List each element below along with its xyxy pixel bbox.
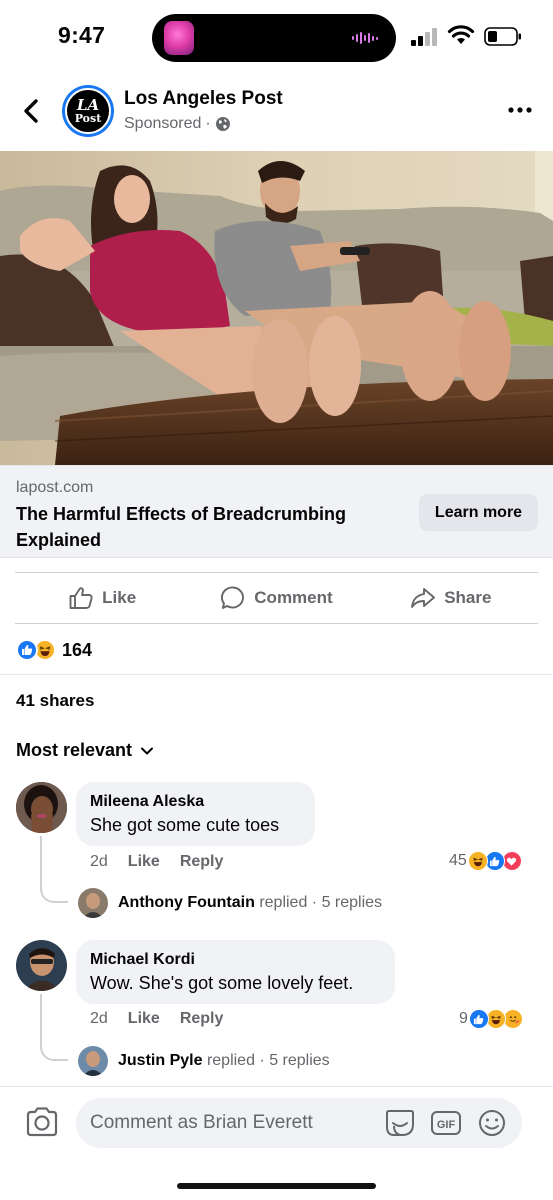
page-avatar[interactable]: LA Post: [62, 85, 114, 137]
comment-button[interactable]: Comment: [189, 573, 363, 623]
like-reaction-icon: [16, 639, 38, 661]
globe-icon: [215, 117, 230, 131]
comment-author[interactable]: Michael Kordi: [90, 950, 381, 970]
sponsored-label[interactable]: Sponsored: [124, 115, 201, 133]
comment-meta: 2d Like Reply: [90, 853, 223, 871]
comment-author[interactable]: Mileena Aleska: [90, 792, 301, 812]
comment-reply-button[interactable]: Reply: [180, 853, 224, 871]
share-label: Share: [444, 588, 492, 607]
comment-time[interactable]: 2d: [90, 1010, 108, 1028]
learn-more-button[interactable]: Learn more: [419, 494, 538, 531]
like-button[interactable]: Like: [15, 573, 189, 623]
reply-verb: replied: [259, 894, 308, 911]
like-icon: [69, 587, 93, 609]
comment-icon: [221, 586, 245, 609]
link-title[interactable]: The Harmful Effects of Breadcrumbing Exp…: [16, 501, 396, 553]
gif-icon[interactable]: GIF: [430, 1108, 462, 1138]
share-icon: [411, 588, 436, 608]
reply-preview[interactable]: Justin Pyle replied · 5 replies: [78, 1046, 330, 1076]
reply-thread-line: [40, 836, 68, 903]
home-indicator[interactable]: [177, 1183, 376, 1189]
status-time: 9:47: [58, 22, 106, 48]
reply-count: 5 replies: [269, 1052, 330, 1069]
composer-divider: [0, 1086, 553, 1087]
comment-sort-dropdown[interactable]: Most relevant: [16, 740, 154, 761]
back-button[interactable]: [14, 94, 48, 128]
comment-reaction-count: 9: [459, 1010, 468, 1027]
reply-author-avatar: [78, 888, 108, 918]
cellular-signal-icon: [411, 28, 437, 46]
sticker-icon[interactable]: [384, 1108, 416, 1138]
reply-preview[interactable]: Anthony Fountain replied · 5 replies: [78, 888, 382, 918]
camera-icon[interactable]: [24, 1104, 60, 1140]
battery-icon: [484, 27, 521, 46]
haha-reaction-icon: [467, 851, 488, 871]
reply-verb: replied: [206, 1052, 255, 1069]
commenter-avatar[interactable]: [16, 940, 67, 991]
post-header: LA Post Los Angeles Post Sponsored ·: [0, 76, 553, 150]
reply-author: Justin Pyle: [118, 1052, 203, 1069]
comment-text: Wow. She's got some lovely feet.: [90, 973, 354, 993]
like-label: Like: [102, 588, 137, 607]
back-arrow-icon: [24, 99, 38, 123]
haha-reaction-icon: [485, 1009, 506, 1029]
now-playing-artwork: [164, 21, 194, 55]
reaction-summary[interactable]: 164: [16, 637, 92, 663]
comment-like-button[interactable]: Like: [128, 853, 160, 871]
dynamic-island[interactable]: [152, 14, 396, 62]
comment-reaction-count: 45: [449, 852, 467, 869]
comment-label: Comment: [254, 588, 333, 607]
link-preview-card[interactable]: lapost.com The Harmful Effects of Breadc…: [0, 465, 553, 558]
divider: [0, 674, 553, 675]
reply-author: Anthony Fountain: [118, 894, 255, 911]
more-icon: [508, 107, 532, 113]
reply-author-avatar: [78, 1046, 108, 1076]
wifi-icon: [447, 25, 475, 44]
comment-placeholder: Comment as Brian Everett: [90, 1112, 313, 1133]
sort-label: Most relevant: [16, 740, 133, 760]
share-button[interactable]: Share: [364, 573, 538, 623]
care-reaction-icon: [502, 1009, 523, 1029]
link-domain: lapost.com: [16, 479, 94, 496]
ad-image[interactable]: [0, 151, 553, 465]
ad-photo: [0, 151, 553, 465]
comment-reactions[interactable]: 45: [449, 851, 522, 871]
comment-reactions[interactable]: 9: [459, 1009, 523, 1029]
chevron-down-icon: [141, 747, 154, 754]
reply-thread-line: [40, 994, 68, 1061]
comment-like-button[interactable]: Like: [128, 1010, 160, 1028]
audio-waveform-icon: [352, 31, 380, 45]
comment-bubble[interactable]: Mileena Aleska She got some cute toes: [76, 782, 315, 846]
shares-count[interactable]: 41 shares: [16, 691, 94, 711]
comment-text: She got some cute toes: [90, 815, 280, 835]
page-name[interactable]: Los Angeles Post: [124, 88, 283, 110]
like-reaction-icon: [484, 851, 505, 871]
love-reaction-icon: [501, 851, 522, 871]
commenter-avatar[interactable]: [16, 782, 67, 833]
svg-text:GIF: GIF: [437, 1119, 456, 1131]
reply-count: 5 replies: [321, 894, 383, 911]
comment-meta: 2d Like Reply: [90, 1010, 223, 1028]
emoji-icon[interactable]: [476, 1108, 508, 1138]
comment-time[interactable]: 2d: [90, 853, 108, 871]
page-logo: LA Post: [65, 88, 111, 134]
comment-bubble[interactable]: Michael Kordi Wow. She's got some lovely…: [76, 940, 395, 1004]
comment-reply-button[interactable]: Reply: [180, 1010, 224, 1028]
more-options-button[interactable]: [503, 98, 537, 122]
status-bar: 9:47: [0, 0, 553, 76]
sponsored-row: Sponsored ·: [124, 115, 231, 133]
separator: ·: [205, 115, 211, 132]
post-action-bar: Like Comment Share: [15, 572, 538, 624]
like-reaction-icon: [468, 1009, 489, 1029]
reaction-count: 164: [62, 639, 93, 660]
